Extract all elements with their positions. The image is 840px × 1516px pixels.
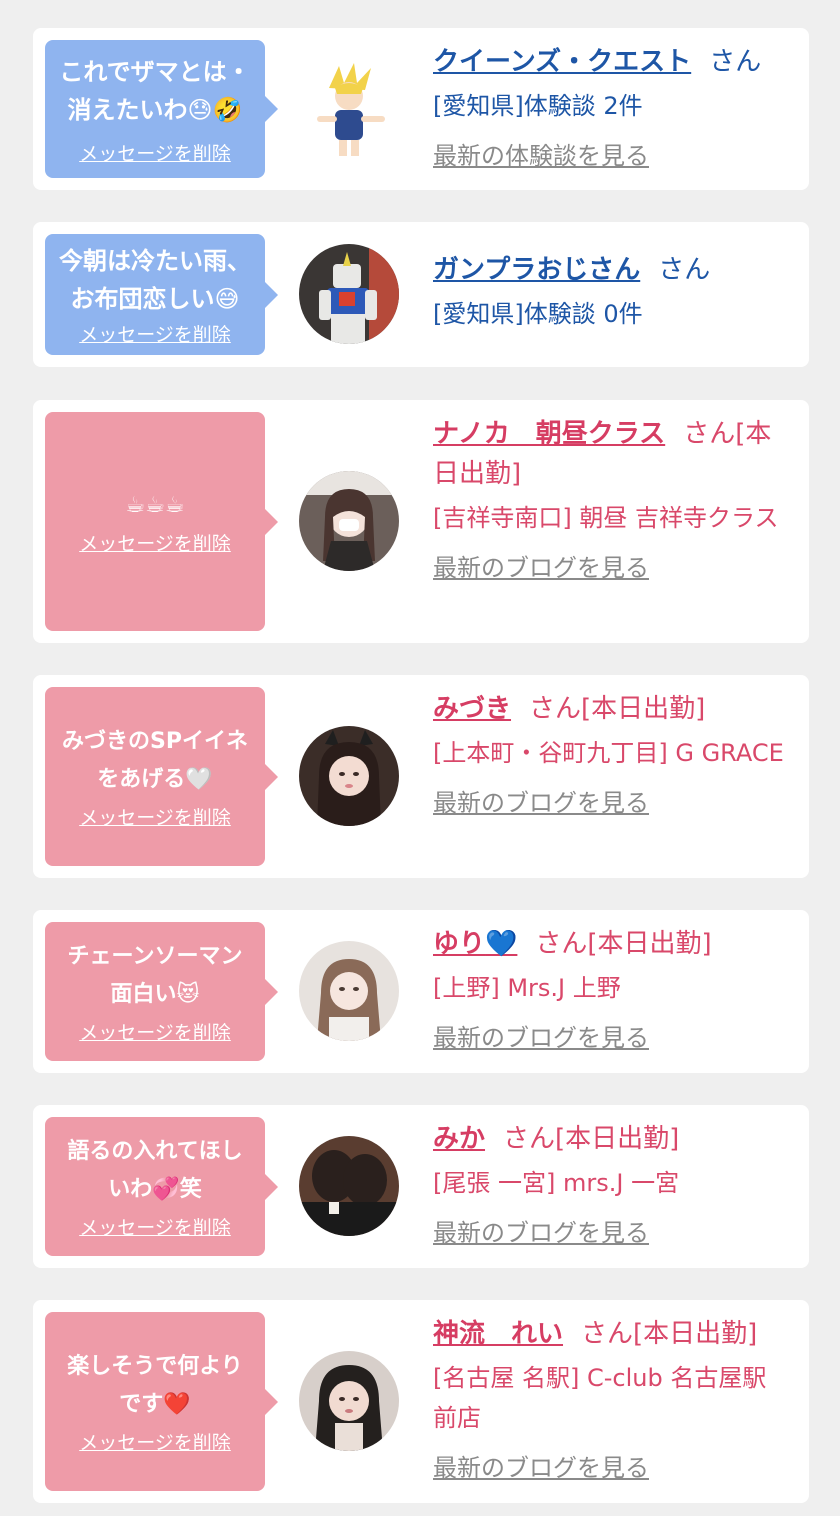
girl-photo-avatar-icon[interactable] xyxy=(299,1136,399,1236)
name-suffix: さん[本日出勤] xyxy=(503,1124,680,1154)
latest-blog-link[interactable]: 最新のブログを見る xyxy=(433,1448,649,1483)
latest-review-link[interactable]: 最新の体験談を見る xyxy=(433,136,649,171)
user-card: みづきのSPイイネ をあげる🤍 メッセージを削除 みづき さん[本日出勤] [上本… xyxy=(33,675,809,878)
user-info: みか さん[本日出勤] [尾張 一宮] mrs.J 一宮 最新のブログを見る xyxy=(433,1119,788,1248)
message-bubble: みづきのSPイイネ をあげる🤍 メッセージを削除 xyxy=(45,687,278,866)
message-text: ☕☕☕ xyxy=(125,493,185,518)
area-text: [上本町・谷町九丁目] G GRACE xyxy=(433,739,784,767)
user-name-link[interactable]: みか xyxy=(433,1124,485,1154)
message-bubble: これでザマとは・ 消えたいわ😓🤣 メッセージを削除 xyxy=(45,40,278,178)
anime-character-avatar-icon[interactable] xyxy=(299,58,399,158)
user-card: チェーンソーマン 面白い😻 メッセージを削除 ゆり💙 さん[本日出勤] [上野] … xyxy=(33,910,809,1073)
user-name-link[interactable]: ナノカ 朝昼クラス xyxy=(433,419,665,449)
area-text: [愛知県]体験談 0件 xyxy=(433,300,643,328)
user-name-link[interactable]: みづき xyxy=(433,694,511,724)
message-bubble: 語るの入れてほし いわ💞笑 メッセージを削除 xyxy=(45,1117,278,1256)
user-card: ☕☕☕ メッセージを削除 ナノカ 朝昼クラス さん[本日出勤] [吉祥寺南口] 朝… xyxy=(33,400,809,643)
user-name-link[interactable]: ゆり💙 xyxy=(433,929,517,959)
latest-blog-link[interactable]: 最新のブログを見る xyxy=(433,1213,649,1248)
latest-blog-link[interactable]: 最新のブログを見る xyxy=(433,548,649,583)
user-info: ゆり💙 さん[本日出勤] [上野] Mrs.J 上野 最新のブログを見る xyxy=(433,924,788,1053)
latest-blog-link[interactable]: 最新のブログを見る xyxy=(433,1018,649,1053)
girl-photo-avatar-icon[interactable] xyxy=(299,471,399,571)
message-text: 語るの入れてほし いわ💞笑 xyxy=(67,1139,243,1202)
girl-photo-avatar-icon[interactable] xyxy=(299,941,399,1041)
delete-message-link[interactable]: メッセージを削除 xyxy=(79,1213,231,1240)
delete-message-link[interactable]: メッセージを削除 xyxy=(79,320,231,347)
user-info: 神流 れい さん[本日出勤] [名古屋 名駅] C-club 名古屋駅前店 最新の… xyxy=(433,1314,788,1483)
message-bubble: 今朝は冷たい雨、 お布団恋しい😅 メッセージを削除 xyxy=(45,234,278,355)
name-suffix: さん[本日出勤] xyxy=(535,929,712,959)
delete-message-link[interactable]: メッセージを削除 xyxy=(79,803,231,830)
blue-heart-icon: 💙 xyxy=(485,929,518,959)
delete-message-link[interactable]: メッセージを削除 xyxy=(79,529,231,556)
user-name-link[interactable]: ガンプラおじさん xyxy=(433,255,640,285)
user-card: 語るの入れてほし いわ💞笑 メッセージを削除 みか さん[本日出勤] [尾張 一宮… xyxy=(33,1105,809,1268)
message-bubble: チェーンソーマン 面白い😻 メッセージを削除 xyxy=(45,922,278,1061)
user-card: これでザマとは・ 消えたいわ😓🤣 メッセージを削除 クイーンズ・クエスト さん [… xyxy=(33,28,809,190)
user-name-link[interactable]: 神流 れい xyxy=(433,1319,563,1349)
message-bubble: 楽しそうで何より です❤️ メッセージを削除 xyxy=(45,1312,278,1491)
area-text: [吉祥寺南口] 朝昼 吉祥寺クラス xyxy=(433,504,779,532)
user-card: 楽しそうで何より です❤️ メッセージを削除 神流 れい さん[本日出勤] [名古… xyxy=(33,1300,809,1503)
message-bubble: ☕☕☕ メッセージを削除 xyxy=(45,412,278,631)
message-text: 今朝は冷たい雨、 お布団恋しい😅 xyxy=(59,247,251,313)
message-text: チェーンソーマン 面白い😻 xyxy=(67,944,243,1007)
name-suffix: さん[本日出勤] xyxy=(529,694,706,724)
area-text: [愛知県]体験談 2件 xyxy=(433,92,643,120)
user-info: みづき さん[本日出勤] [上本町・谷町九丁目] G GRACE 最新のブログを見… xyxy=(433,689,788,818)
robot-figure-avatar-icon[interactable] xyxy=(299,244,399,344)
user-card: 今朝は冷たい雨、 お布団恋しい😅 メッセージを削除 ガンプラおじさん さん [愛知… xyxy=(33,222,809,367)
user-name-link[interactable]: クイーンズ・クエスト xyxy=(433,47,691,77)
name-suffix: さん xyxy=(709,47,762,77)
user-info: ナノカ 朝昼クラス さん[本日出勤] [吉祥寺南口] 朝昼 吉祥寺クラス 最新のブ… xyxy=(433,414,788,583)
message-text: みづきのSPイイネ をあげる🤍 xyxy=(62,729,248,792)
name-suffix: さん[本日出勤] xyxy=(581,1319,758,1349)
delete-message-link[interactable]: メッセージを削除 xyxy=(79,139,231,166)
message-text: これでザマとは・ 消えたいわ😓🤣 xyxy=(59,57,251,124)
delete-message-link[interactable]: メッセージを削除 xyxy=(79,1428,231,1455)
user-info: ガンプラおじさん さん [愛知県]体験談 0件 xyxy=(433,250,788,334)
delete-message-link[interactable]: メッセージを削除 xyxy=(79,1018,231,1045)
girl-photo-avatar-icon[interactable] xyxy=(299,726,399,826)
area-text: [名古屋 名駅] C-club 名古屋駅前店 xyxy=(433,1364,767,1432)
name-suffix: さん xyxy=(658,255,711,285)
message-text: 楽しそうで何より です❤️ xyxy=(67,1354,243,1417)
latest-blog-link[interactable]: 最新のブログを見る xyxy=(433,783,649,818)
user-info: クイーンズ・クエスト さん [愛知県]体験談 2件 最新の体験談を見る xyxy=(433,42,788,171)
area-text: [上野] Mrs.J 上野 xyxy=(433,974,621,1002)
area-text: [尾張 一宮] mrs.J 一宮 xyxy=(433,1169,680,1197)
girl-photo-avatar-icon[interactable] xyxy=(299,1351,399,1451)
